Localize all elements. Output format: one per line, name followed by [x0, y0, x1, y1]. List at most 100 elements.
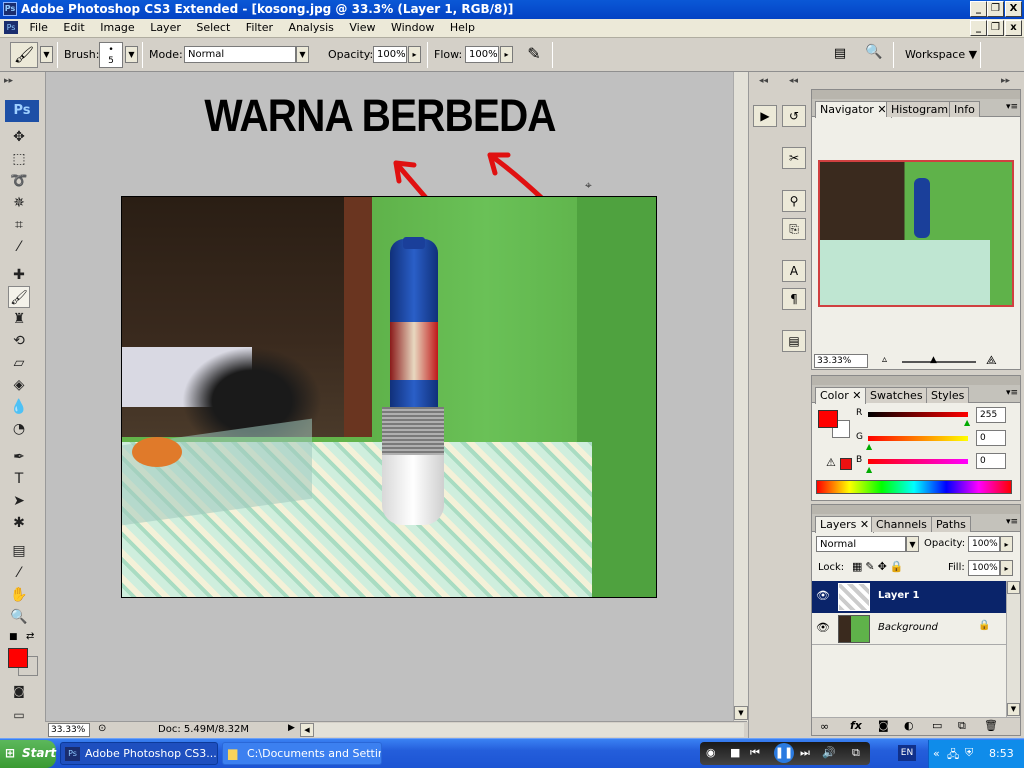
start-button[interactable]: ⊞ Start	[0, 740, 56, 768]
menu-layer[interactable]: Layer	[144, 19, 187, 34]
delete-layer-icon[interactable]: 🗑	[984, 719, 998, 732]
minimize-button[interactable]: _	[970, 1, 987, 17]
g-value-input[interactable]: 0	[976, 430, 1006, 446]
r-slider[interactable]	[868, 412, 968, 417]
b-slider-thumb-icon[interactable]: ▲	[866, 465, 872, 474]
menu-image[interactable]: Image	[94, 19, 140, 34]
tool-preset-dropdown[interactable]: ▼	[40, 46, 53, 63]
layer-name[interactable]: Layer 1	[878, 590, 919, 601]
new-layer-icon[interactable]: ⧉	[958, 719, 966, 733]
stop-icon[interactable]: ■	[730, 746, 740, 759]
volume-icon[interactable]: 🔊	[822, 746, 836, 759]
media-player-mini[interactable]: ◉ ■ ⏮ ❚❚ ⏭ 🔊 ⧉	[700, 742, 870, 765]
tab-color[interactable]: Color ✕	[815, 387, 867, 404]
path-selection-icon[interactable]: ➤	[8, 490, 30, 512]
clone-stamp-icon[interactable]: ♜	[8, 308, 30, 330]
opacity-slider-arrow[interactable]: ▸	[408, 46, 421, 63]
tray-expand-icon[interactable]: «	[933, 747, 940, 760]
zoom-tool-icon[interactable]: 🔍	[8, 606, 30, 628]
tool-presets-icon[interactable]: ✂	[782, 147, 806, 169]
tab-histogram[interactable]: Histogram	[886, 101, 954, 117]
clone-source-icon[interactable]: ⎘	[782, 218, 806, 240]
bridge-icon[interactable]: 🔍	[862, 44, 886, 66]
workspace-menu[interactable]: Workspace ▼	[905, 48, 977, 61]
fill-arrow[interactable]: ▸	[1000, 560, 1013, 576]
zoom-level-input[interactable]: 33.33%	[48, 723, 90, 737]
navigator-thumbnail[interactable]	[818, 160, 1014, 307]
mode-select[interactable]: Normal	[184, 46, 296, 63]
menu-analysis[interactable]: Analysis	[283, 19, 340, 34]
default-colors-icon[interactable]: ■	[9, 632, 18, 642]
brushes-panel-icon[interactable]: ⚲	[782, 190, 806, 212]
menu-file[interactable]: File	[24, 19, 54, 34]
tab-close-icon[interactable]: ✕	[852, 389, 861, 402]
flow-slider-arrow[interactable]: ▸	[500, 46, 513, 63]
airbrush-icon[interactable]: ✎	[522, 44, 546, 66]
tab-close-icon[interactable]: ✕	[860, 518, 869, 531]
brush-picker-dropdown[interactable]: ▼	[125, 46, 138, 63]
panels-collapse-icon[interactable]: ▸▸	[1001, 76, 1010, 86]
palette-well-icon[interactable]: ▤	[830, 46, 850, 64]
layer-opacity-arrow[interactable]: ▸	[1000, 536, 1013, 552]
quick-mask-icon[interactable]: ◙	[8, 680, 30, 702]
g-slider-thumb-icon[interactable]: ▲	[866, 442, 872, 451]
zoom-in-icon[interactable]: ⟁	[986, 353, 997, 368]
color-spectrum-ramp[interactable]	[816, 480, 1012, 494]
b-value-input[interactable]: 0	[976, 453, 1006, 469]
restore-player-icon[interactable]: ⧉	[852, 746, 860, 760]
panel-menu-icon[interactable]: ▾≡	[1006, 102, 1018, 112]
hand-tool-icon[interactable]: ✋	[8, 584, 30, 606]
panel-menu-icon[interactable]: ▾≡	[1006, 388, 1018, 398]
move-tool-icon[interactable]: ✥	[8, 126, 30, 148]
slice-tool-icon[interactable]: ⁄	[8, 236, 30, 258]
task-photoshop[interactable]: Ps Adobe Photoshop CS3...	[60, 742, 218, 765]
gamut-warning-icon[interactable]: ⚠	[826, 456, 836, 469]
slider-thumb-icon[interactable]: ▲	[930, 355, 937, 365]
task-explorer[interactable]: ▆ C:\Documents and Settin...	[222, 742, 382, 765]
dodge-tool-icon[interactable]: ◔	[8, 418, 30, 440]
history-brush-icon[interactable]: ⟲	[8, 330, 30, 352]
custom-shape-icon[interactable]: ✱	[8, 512, 30, 534]
brush-tool-icon[interactable]: 🖌	[8, 286, 30, 308]
menu-help[interactable]: Help	[444, 19, 481, 34]
flow-input[interactable]: 100%	[465, 46, 499, 63]
layer-style-icon[interactable]: fx	[850, 719, 862, 732]
layer-row-background[interactable]: 👁 Background 🔒	[812, 613, 1006, 645]
adjustment-layer-icon[interactable]: ◐	[904, 719, 914, 732]
crop-tool-icon[interactable]: ⌗	[8, 214, 30, 236]
panel-menu-icon[interactable]: ▾≡	[1006, 517, 1018, 527]
scroll-down-arrow[interactable]: ▼	[1007, 703, 1020, 716]
navigator-zoom-slider[interactable]	[902, 361, 976, 363]
doc-restore-button[interactable]: ❐	[987, 20, 1004, 36]
layers-scrollbar[interactable]: ▲ ▼	[1006, 581, 1020, 717]
navigator-zoom-input[interactable]: 33.33%	[814, 354, 868, 368]
pen-tool-icon[interactable]: ✒	[8, 446, 30, 468]
menu-window[interactable]: Window	[385, 19, 440, 34]
ps-menu-icon[interactable]: Ps	[4, 21, 18, 34]
character-panel-icon[interactable]: A	[782, 260, 806, 282]
restore-button[interactable]: ❐	[987, 1, 1004, 17]
notes-tool-icon[interactable]: ▤	[8, 540, 30, 562]
network-icon[interactable]: 🖧	[947, 746, 959, 765]
eyedropper-icon[interactable]: ⁄	[8, 562, 30, 584]
marquee-tool-icon[interactable]: ⬚	[8, 148, 30, 170]
fill-input[interactable]: 100%	[968, 560, 1000, 576]
pause-icon[interactable]: ❚❚	[774, 743, 794, 763]
history-panel-icon[interactable]: ↺	[782, 105, 806, 127]
blend-mode-select[interactable]: Normal	[816, 536, 906, 552]
visibility-eye-icon[interactable]: 👁	[816, 589, 830, 602]
close-button[interactable]: X	[1005, 1, 1022, 17]
menu-edit[interactable]: Edit	[57, 19, 90, 34]
lock-options-icons[interactable]: ▦✎✥🔒	[852, 560, 907, 573]
r-value-input[interactable]: 255	[976, 407, 1006, 423]
b-slider[interactable]	[868, 459, 968, 464]
dock-expand-icon[interactable]: ◂◂	[759, 76, 768, 86]
document-image[interactable]	[121, 196, 657, 598]
blur-tool-icon[interactable]: 💧	[8, 396, 30, 418]
dock-collapse-icon[interactable]: ◂◂	[789, 76, 798, 86]
security-icon[interactable]: ⛨	[965, 746, 973, 760]
zoom-out-icon[interactable]: ▵	[882, 354, 887, 365]
actions-panel-icon[interactable]: ▶	[753, 105, 777, 127]
tab-swatches[interactable]: Swatches	[865, 387, 928, 403]
next-icon[interactable]: ⏭	[800, 746, 810, 760]
